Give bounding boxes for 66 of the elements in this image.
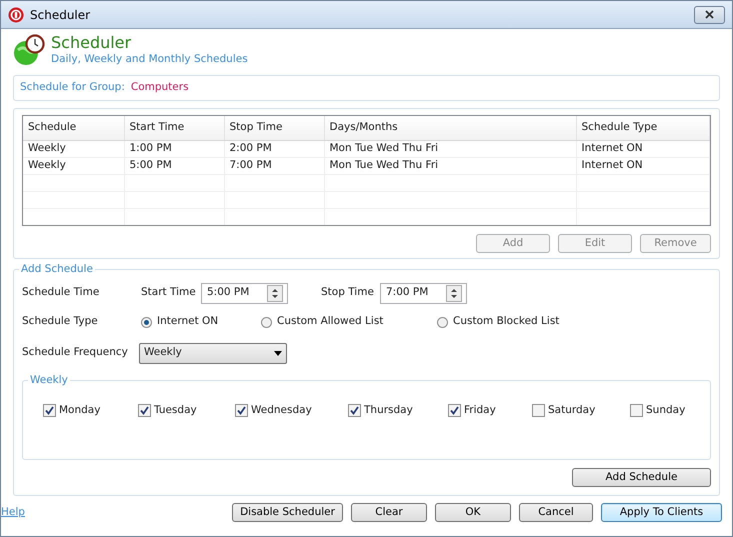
checkbox[interactable] — [235, 404, 248, 418]
column-header: Schedule — [28, 120, 76, 133]
frequency-dropdown[interactable]: Weekly — [139, 342, 287, 364]
table-cell: 2:00 PM — [230, 142, 272, 154]
radio-label[interactable]: Custom Allowed List — [277, 314, 384, 330]
stop-time-field[interactable]: 7:00 PM — [380, 282, 467, 304]
dialog-heading: Scheduler — [51, 34, 132, 52]
check-icon — [450, 406, 459, 416]
checkbox[interactable] — [630, 404, 643, 418]
checkbox[interactable] — [448, 404, 461, 418]
dialog-button[interactable]: Clear — [351, 503, 427, 522]
radio-label[interactable]: Internet ON — [157, 314, 218, 330]
table-cell: Mon Tue Wed Thu Fri — [330, 142, 438, 154]
dialog-button[interactable]: OK — [435, 503, 511, 522]
table-cell: 7:00 PM — [230, 158, 272, 171]
group-label: Schedule for Group: — [20, 80, 125, 96]
checkbox[interactable] — [532, 404, 545, 418]
column-header: Days/Months — [330, 120, 398, 133]
checkbox-label[interactable]: Wednesday — [251, 403, 312, 419]
radio-label[interactable]: Custom Blocked List — [453, 314, 560, 330]
table-cell: Weekly — [28, 158, 66, 171]
field-label: Start Time — [141, 285, 197, 300]
column-header: Schedule Type — [582, 120, 658, 133]
close-button[interactable] — [694, 6, 725, 24]
dialog-button[interactable]: Cancel — [519, 503, 593, 522]
radio-button[interactable] — [437, 316, 448, 328]
table-cell: 5:00 PM — [130, 158, 172, 171]
check-icon — [237, 406, 246, 416]
table-cell: Internet ON — [582, 142, 643, 154]
check-icon — [350, 406, 359, 416]
radio-button[interactable] — [141, 316, 152, 328]
app-logo-icon — [8, 6, 24, 22]
check-icon — [140, 406, 149, 416]
check-icon — [45, 406, 54, 416]
checkbox-label[interactable]: Monday — [59, 403, 100, 419]
column-header: Start Time — [130, 120, 184, 133]
window-title: Scheduler — [30, 6, 90, 24]
field-label: Stop Time — [321, 285, 375, 300]
checkbox-label[interactable]: Saturday — [548, 403, 596, 419]
add-schedule-button[interactable]: Add Schedule — [572, 468, 711, 487]
checkbox-label[interactable]: Tuesday — [154, 403, 197, 419]
column-header: Stop Time — [230, 120, 282, 133]
field-label: Schedule Frequency — [22, 345, 129, 360]
field-label: Schedule Time — [22, 285, 100, 300]
checkbox[interactable] — [348, 404, 361, 418]
dropdown-arrow-icon — [274, 350, 282, 356]
start-time-field[interactable]: 5:00 PM — [201, 282, 288, 304]
checkbox[interactable] — [138, 404, 151, 418]
table-cell: Weekly — [28, 142, 66, 154]
checkbox-label[interactable]: Thursday — [364, 403, 413, 419]
table-cell: 1:00 PM — [130, 142, 172, 154]
dialog-button[interactable]: Disable Scheduler — [232, 503, 343, 522]
spinner-arrows-icon[interactable] — [446, 284, 462, 302]
checkbox-label[interactable]: Friday — [464, 403, 496, 419]
close-icon — [705, 10, 714, 19]
table-cell: Mon Tue Wed Thu Fri — [330, 158, 438, 171]
dialog-button[interactable]: Apply To Clients — [601, 503, 722, 522]
globe-clock-icon — [13, 33, 47, 67]
group-name: Computers — [130, 80, 189, 96]
checkbox-label[interactable]: Sunday — [646, 403, 686, 419]
checkbox[interactable] — [43, 404, 56, 418]
dialog-subtitle: Daily, Weekly and Monthly Schedules — [51, 52, 248, 67]
radio-button[interactable] — [261, 316, 272, 328]
spinner-arrows-icon[interactable] — [267, 284, 283, 302]
table-cell: Internet ON — [582, 158, 643, 171]
field-label: Schedule Type — [22, 314, 99, 330]
